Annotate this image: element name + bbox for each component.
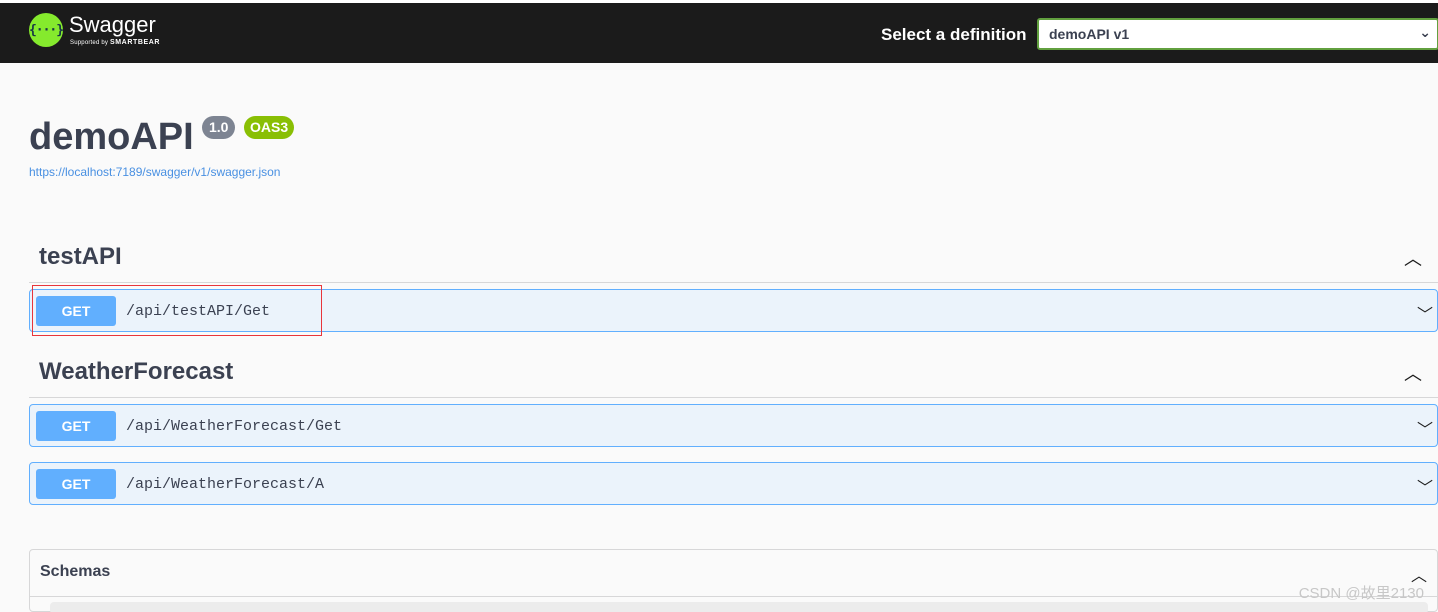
definition-label: Select a definition [881, 25, 1027, 44]
tag-name: WeatherForecast [39, 358, 234, 385]
logo-subtitle: Supported by SMARTBEAR [70, 39, 160, 47]
method-badge: GET [36, 469, 116, 499]
logo-sub-brand: SMARTBEAR [109, 39, 161, 46]
tag-header-weatherforecast[interactable]: WeatherForecast ︿ [29, 348, 1438, 398]
chevron-down-icon: ⌄ [1419, 24, 1431, 40]
operation-path: /api/WeatherForecast/Get [126, 418, 343, 435]
operation-get-weatherforecast-a[interactable]: GET /api/WeatherForecast/A ﹀ [29, 462, 1438, 505]
api-title: demoAPI [29, 116, 194, 158]
main-content: demoAPI 1.0 OAS3 https://localhost:7189/… [0, 63, 1438, 612]
tag-header-testapi[interactable]: testAPI ︿ [29, 233, 1438, 283]
operation-path: /api/testAPI/Get [126, 303, 271, 320]
operation-get-testapi-get[interactable]: GET /api/testAPI/Get ﹀ [29, 289, 1438, 332]
chevron-up-icon[interactable]: ︿ [1404, 245, 1422, 271]
definition-select-value: demoAPI v1 [1049, 26, 1130, 42]
method-badge: GET [36, 296, 116, 326]
operation-get-weatherforecast-get[interactable]: GET /api/WeatherForecast/Get ﹀ [29, 404, 1438, 447]
schemas-divider [30, 596, 1437, 597]
tag-name: testAPI [39, 243, 122, 270]
schema-model-placeholder [50, 602, 1428, 612]
schemas-section[interactable]: Schemas ︿ [29, 549, 1438, 612]
swagger-icon: {···} [29, 13, 64, 47]
schemas-title: Schemas [40, 563, 111, 580]
watermark: CSDN @故里2130 [1298, 585, 1424, 602]
chevron-down-icon[interactable]: ﹀ [1417, 301, 1433, 325]
swagger-logo[interactable]: {···} Swagger Supported by SMARTBEAR [29, 13, 160, 47]
oas-badge: OAS3 [244, 116, 295, 139]
chevron-up-icon[interactable]: ︿ [1404, 360, 1422, 386]
logo-sub-prefix: Supported by [70, 40, 109, 46]
operation-path: /api/WeatherForecast/A [126, 476, 325, 493]
definition-select[interactable]: demoAPI v1 ⌄ [1037, 18, 1438, 50]
chevron-down-icon[interactable]: ﹀ [1417, 474, 1433, 498]
chevron-down-icon[interactable]: ﹀ [1417, 416, 1433, 440]
logo-name: Swagger [69, 12, 156, 37]
version-badge: 1.0 [202, 116, 236, 139]
logo-text: Swagger Supported by SMARTBEAR [69, 13, 160, 47]
topbar: {···} Swagger Supported by SMARTBEAR Sel… [0, 3, 1438, 63]
method-badge: GET [36, 411, 116, 441]
spec-url-link[interactable]: https://localhost:7189/swagger/v1/swagge… [29, 165, 280, 179]
